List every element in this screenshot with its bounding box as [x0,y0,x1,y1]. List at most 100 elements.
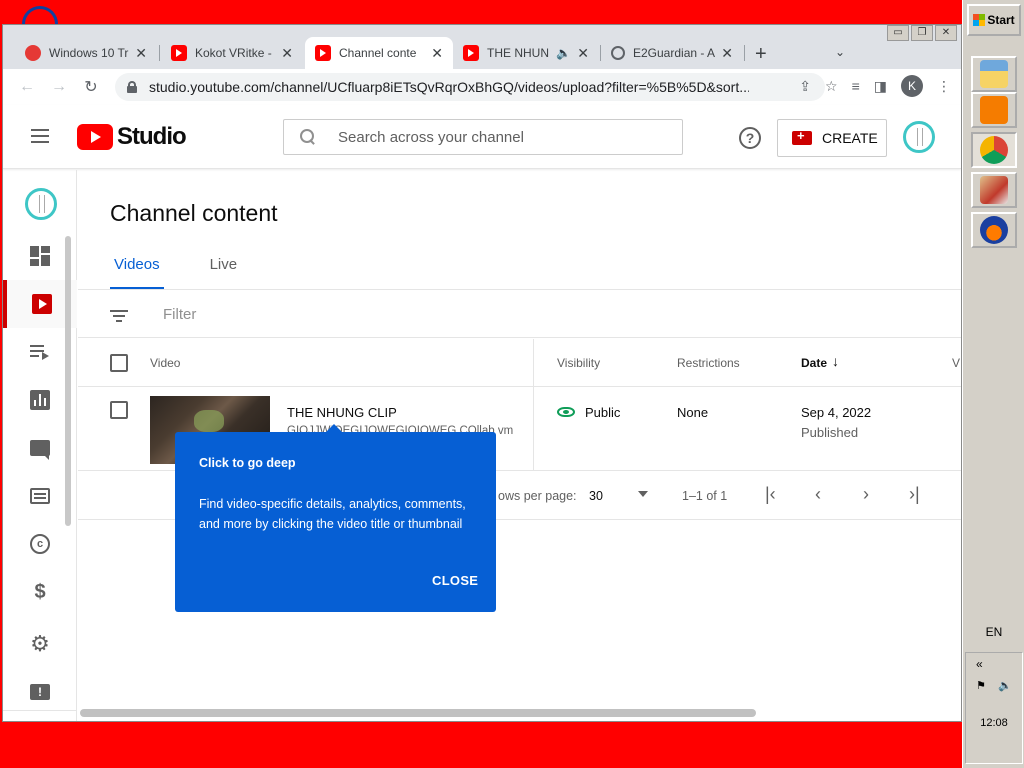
sort-arrow-down-icon[interactable]: ↓ [832,353,839,369]
video-camera-icon [792,128,812,145]
sidebar-item-copyright[interactable]: c [3,520,77,568]
analytics-icon [30,390,50,410]
volume-icon[interactable]: 🔈 [998,679,1012,692]
sidebar-item-feedback[interactable]: ! [3,668,77,716]
tray-expand-icon[interactable]: « [976,657,983,671]
chrome-icon [980,136,1008,164]
toolbar-actions: ⇪ ☆ ≡ ◨ K ⋮ [799,75,951,97]
sidebar-item-earn[interactable]: $ [3,568,77,616]
youtube-icon [315,45,331,61]
callout-close-button[interactable]: CLOSE [432,573,478,588]
taskbar-audacity[interactable] [971,212,1017,248]
browser-tab[interactable]: E2Guardian - A ✕ [601,37,743,69]
share-icon[interactable]: ⇪ [799,78,811,95]
tab-separator [159,45,160,61]
dashboard-icon [30,246,50,266]
bookmark-star-icon[interactable]: ☆ [825,78,838,95]
eye-icon [557,407,575,417]
next-page-icon[interactable]: › [863,484,869,505]
speaker-icon[interactable]: 🔈 [556,46,571,60]
filter-bar[interactable]: Filter [78,290,961,338]
first-page-icon[interactable]: |‹ [765,484,776,505]
clock[interactable]: 12:08 [966,717,1022,729]
taskbar-chrome[interactable] [971,132,1017,168]
forward-arrow-icon[interactable]: → [43,78,75,96]
taskbar-media-player[interactable] [971,92,1017,128]
prev-page-icon[interactable]: ‹ [815,484,821,505]
taskbar-explorer[interactable] [971,56,1017,92]
sidebar-item-settings[interactable]: ⚙ [3,620,77,668]
video-title[interactable]: THE NHUNG CLIP [287,405,397,420]
tab-search-chevron-icon[interactable]: ⌄ [835,45,845,59]
browser-window: ▭ ❐ ✕ Windows 10 Tr ✕ Kokot VRitke - ✕ C… [2,24,962,722]
close-tab-icon[interactable]: ✕ [431,45,443,62]
logo-text: Studio [117,123,187,150]
close-tab-icon[interactable]: ✕ [721,45,733,62]
visibility-value[interactable]: Public [585,405,620,420]
rows-per-page-select[interactable]: 30 [589,489,603,503]
language-indicator[interactable]: EN [963,625,1024,639]
restore-button[interactable]: ❐ [911,25,933,41]
back-arrow-icon[interactable]: ← [11,78,43,96]
row-checkbox[interactable] [110,401,128,419]
close-tab-icon[interactable]: ✕ [577,45,589,62]
column-header-visibility[interactable]: Visibility [557,356,600,370]
tab-title: THE NHUN [487,46,549,60]
hamburger-menu-icon[interactable] [31,129,49,143]
network-warning-icon[interactable]: ⚑ [976,679,986,692]
select-all-checkbox[interactable] [110,354,128,372]
channel-avatar[interactable] [25,188,57,220]
column-header-views[interactable]: V [952,356,960,370]
callout-body: Find video-specific details, analytics, … [199,497,466,531]
column-header-date[interactable]: Date [801,356,827,370]
search-input[interactable]: Search across your channel [283,119,683,155]
tab-title: E2Guardian - A [633,46,716,60]
sidebar-scrollbar[interactable] [65,236,71,526]
browser-tab-active[interactable]: Channel conte ✕ [305,37,453,69]
sidebar: c $ ⚙ ! [3,170,77,721]
browser-tab[interactable]: Kokot VRitke - ✕ [161,37,303,69]
headphones-icon [980,216,1008,244]
playlists-icon [30,342,50,362]
create-label: CREATE [822,130,878,146]
url-text[interactable]: studio.youtube.com/channel/UCfluarp8iETs… [149,79,749,95]
horizontal-scrollbar[interactable] [80,709,756,717]
lock-icon[interactable] [127,81,137,93]
tab-videos[interactable]: Videos [110,256,164,290]
windows-flag-icon [973,14,986,26]
dollar-icon: $ [34,581,46,603]
column-header-video: Video [150,356,181,370]
page-title: Channel content [110,200,278,226]
site-icon [25,45,41,61]
content-icon [32,294,52,314]
reload-icon[interactable]: ↻ [75,77,107,97]
youtube-icon [171,45,187,61]
address-bar[interactable]: studio.youtube.com/channel/UCfluarp8iETs… [115,73,825,101]
filter-icon[interactable] [110,310,128,322]
reading-list-icon[interactable]: ≡ [852,78,860,94]
help-icon[interactable]: ? [739,127,761,149]
browser-tab[interactable]: Windows 10 Tr ✕ [15,37,157,69]
studio-logo[interactable]: Studio [77,123,187,151]
column-header-restrictions[interactable]: Restrictions [677,356,740,370]
browser-tab[interactable]: THE NHUN 🔈 ✕ [453,37,599,69]
tab-live[interactable]: Live [206,256,242,290]
close-tab-icon[interactable]: ✕ [135,45,147,62]
tab-title: Kokot VRitke - [195,46,272,60]
side-panel-icon[interactable]: ◨ [874,78,887,95]
close-window-button[interactable]: ✕ [935,25,957,41]
youtube-play-icon [77,124,113,150]
menu-kebab-icon[interactable]: ⋮ [937,78,951,95]
start-button[interactable]: Start [967,4,1021,36]
close-tab-icon[interactable]: ✕ [281,45,293,62]
minimize-button[interactable]: ▭ [887,25,909,41]
taskbar-app[interactable] [971,172,1017,208]
callout-title: Click to go deep [199,456,296,470]
new-tab-button[interactable]: + [755,44,767,64]
dropdown-arrow-icon[interactable] [638,491,648,497]
last-page-icon[interactable]: ›| [909,484,920,505]
create-button[interactable]: CREATE [777,119,887,157]
filter-input[interactable]: Filter [163,306,196,323]
account-avatar[interactable] [903,121,935,153]
profile-avatar[interactable]: K [901,75,923,97]
